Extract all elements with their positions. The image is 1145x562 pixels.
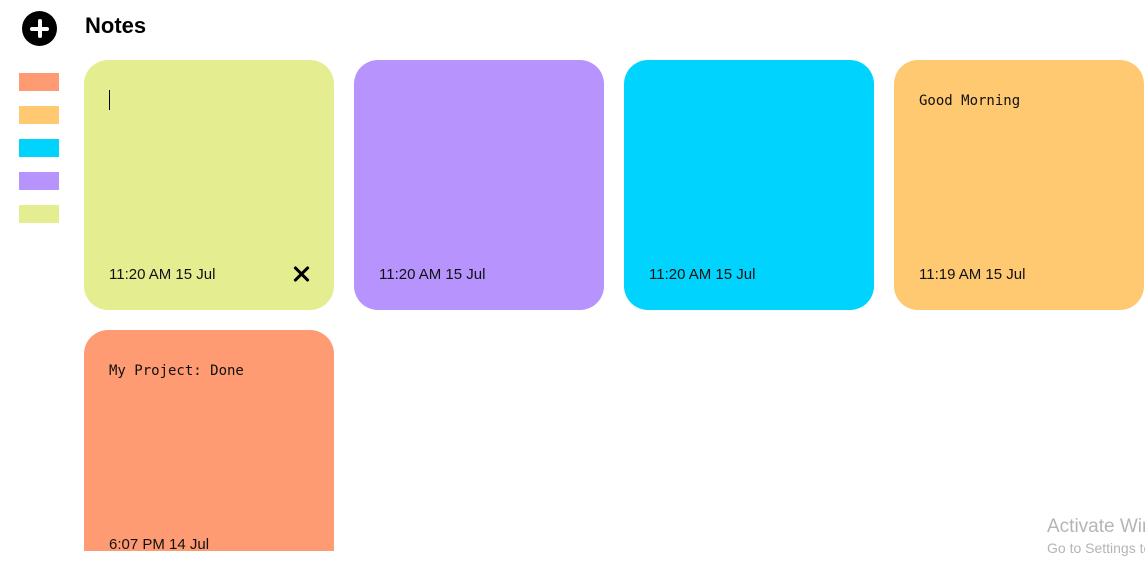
note-timestamp: 6:07 PM 14 Jul [109, 536, 210, 553]
note-timestamp: 11:20 AM 15 Jul [649, 266, 756, 283]
note-textarea[interactable]: Good Morning [919, 92, 1124, 110]
note-timestamp: 11:20 AM 15 Jul [109, 266, 216, 283]
watermark-title: Activate Windows [1047, 516, 1145, 537]
color-swatch-purple[interactable] [19, 172, 59, 190]
note-card[interactable]: 11:20 AM 15 Jul [84, 60, 334, 310]
note-card[interactable]: 11:20 AM 15 Jul [624, 60, 874, 310]
note-card[interactable]: My Project: Done 6:07 PM 14 Jul [84, 330, 334, 553]
add-note-button[interactable] [22, 11, 57, 46]
sidebar [0, 0, 78, 562]
color-swatch-cyan[interactable] [19, 139, 59, 157]
activation-watermark: Activate Windows Go to Settings to activ… [1047, 515, 1145, 557]
note-card[interactable]: 11:20 AM 15 Jul [354, 60, 604, 310]
notes-app: Notes 11:20 AM 15 Jul 11:20 AM 15 Jul 11… [0, 0, 1145, 562]
note-textarea[interactable]: My Project: Done [109, 362, 314, 380]
color-swatch-list [19, 73, 59, 238]
close-icon[interactable] [292, 264, 312, 284]
note-timestamp: 11:19 AM 15 Jul [919, 266, 1026, 283]
note-timestamp: 11:20 AM 15 Jul [379, 266, 486, 283]
color-swatch-yellow[interactable] [19, 106, 59, 124]
color-swatch-lime[interactable] [19, 205, 59, 223]
note-card[interactable]: Good Morning 11:19 AM 15 Jul [894, 60, 1144, 310]
text-cursor [109, 90, 110, 110]
page-title: Notes [85, 13, 147, 38]
color-swatch-orange[interactable] [19, 73, 59, 91]
notes-grid: 11:20 AM 15 Jul 11:20 AM 15 Jul 11:20 AM… [84, 60, 1145, 553]
watermark-subtitle: Go to Settings to activate Windows. [1047, 540, 1145, 556]
